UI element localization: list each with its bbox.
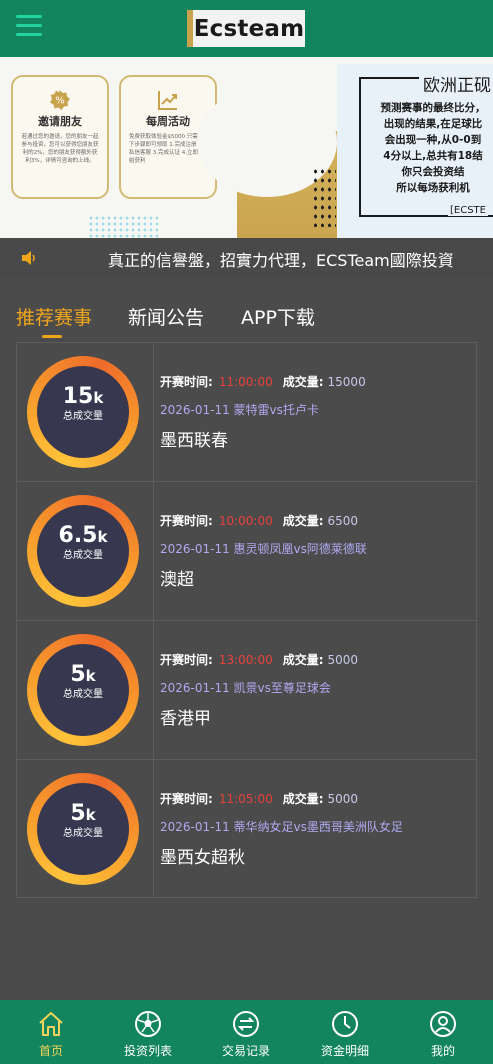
match-info: 开赛时间: 11:05:00 成交量: 5000 2026-01-11 蒂华纳女足vs…	[160, 790, 470, 868]
rules-line: 你只会投资结	[401, 166, 465, 178]
volume-cell: 6.5k 总成交量	[17, 482, 154, 620]
volume-value: 6.5	[58, 523, 98, 548]
nav-label: 交易记录	[221, 1044, 270, 1058]
tab-news[interactable]: 新闻公告	[128, 303, 204, 330]
logo[interactable]: Ecsteam	[187, 10, 305, 47]
speaker-icon	[20, 249, 38, 267]
active-tab-indicator	[42, 335, 62, 338]
volume-value: 5	[70, 662, 86, 687]
volume-unit: k	[85, 667, 96, 685]
volume-text-label: 成交量:	[282, 514, 324, 528]
svg-text:%: %	[55, 96, 65, 107]
match-info: 开赛时间: 10:00:00 成交量: 6500 2026-01-11 惠灵顿凤凰vs…	[160, 512, 470, 590]
notice-bar[interactable]: 真正的信譽盤，招實力代理，ECSTeam國際投資	[0, 238, 493, 278]
rules-line: 4分以上,总共有18结	[383, 150, 483, 162]
app-root: { "header": {"logo_text": "Ecsteam"}, "b…	[0, 0, 493, 1064]
rules-line: 所以每场获利机	[396, 182, 470, 194]
notice-text: 真正的信譽盤，招實力代理，ECSTeam國際投資	[108, 251, 454, 270]
nav-trade-records[interactable]: 交易记录	[197, 1000, 295, 1064]
league-name: 澳超	[160, 570, 194, 590]
nav-my-account[interactable]: 我的	[394, 1000, 492, 1064]
match-list: 15k 总成交量 开赛时间: 11:00:00 成交量: 15000 2026-01-…	[16, 342, 477, 898]
bottom-nav: 首页 投资列表 交易记录 资金明细 我的	[0, 1000, 493, 1064]
match-row[interactable]: 5k 总成交量 开赛时间: 13:00:00 成交量: 5000 2026-01-11…	[17, 621, 476, 760]
match-teams: 2026-01-11 蒂华纳女足vs墨西哥美洲队女足	[160, 820, 403, 834]
league-name: 墨西联春	[160, 431, 228, 451]
volume-text: 5000	[327, 792, 359, 806]
league-name: 香港甲	[160, 709, 211, 729]
rules-title: 欧洲正砚	[419, 71, 493, 96]
logo-text: Ecsteam	[193, 15, 305, 42]
volume-cell: 5k 总成交量	[17, 760, 154, 898]
content-tabs: 推荐赛事 新闻公告 APP下载	[0, 300, 493, 340]
percent-badge-icon: %	[49, 89, 71, 111]
start-time-label: 开赛时间:	[160, 792, 213, 806]
volume-unit: k	[85, 806, 96, 824]
volume-text-label: 成交量:	[282, 375, 324, 389]
match-teams: 2026-01-11 惠灵顿凤凰vs阿德莱德联	[160, 542, 367, 556]
match-row[interactable]: 6.5k 总成交量 开赛时间: 10:00:00 成交量: 6500 2026-01-…	[17, 482, 476, 621]
menu-icon[interactable]	[16, 15, 42, 37]
soccer-ball-icon	[135, 1011, 161, 1037]
match-teams: 2026-01-11 蒙特雷vs托卢卡	[160, 403, 319, 417]
tab-recommended[interactable]: 推荐赛事	[16, 303, 92, 330]
card-description: 若通过您的邀请，您的朋友一起参与投资，您可以获得您朋友获利的2%，您的朋友获得额…	[21, 134, 99, 164]
rules-body: 预测赛事的最终比分， 出现的结果,在足球比 会出现一种,从0-0到 4分以上,总…	[368, 100, 493, 196]
exchange-icon	[233, 1011, 259, 1037]
nav-home[interactable]: 首页	[2, 1000, 100, 1064]
tab-app-download[interactable]: APP下载	[241, 303, 315, 330]
decorative-dots-dark	[312, 167, 336, 227]
nav-label: 首页	[38, 1044, 63, 1058]
volume-text-label: 成交量:	[282, 653, 324, 667]
volume-unit: k	[93, 389, 104, 407]
rules-line: 会出现一种,从0-0到	[384, 134, 482, 146]
match-teams: 2026-01-11 凯景vs至尊足球会	[160, 681, 331, 695]
volume-label: 总成交量	[63, 550, 103, 561]
clock-icon	[332, 1011, 358, 1037]
nav-fund-details[interactable]: 资金明细	[296, 1000, 394, 1064]
start-time: 11:00:00	[218, 375, 273, 389]
match-info: 开赛时间: 13:00:00 成交量: 5000 2026-01-11 凯景vs至尊足…	[160, 651, 470, 729]
match-row[interactable]: 5k 总成交量 开赛时间: 11:05:00 成交量: 5000 2026-01-11…	[17, 760, 476, 899]
start-time-label: 开赛时间:	[160, 375, 213, 389]
chart-up-icon	[157, 89, 179, 111]
start-time: 13:00:00	[218, 653, 273, 667]
start-time-label: 开赛时间:	[160, 514, 213, 528]
volume-label: 总成交量	[63, 828, 103, 839]
user-icon	[430, 1011, 456, 1037]
nav-label: 我的	[430, 1044, 455, 1058]
rules-footer: [ECSTE	[448, 205, 488, 216]
rules-line: 出现的结果,在足球比	[383, 118, 483, 130]
volume-badge: 15k 总成交量	[27, 356, 139, 468]
volume-cell: 5k 总成交量	[17, 621, 154, 759]
volume-badge: 5k 总成交量	[27, 634, 139, 746]
match-info: 开赛时间: 11:00:00 成交量: 15000 2026-01-11 蒙特雷vs托…	[160, 373, 470, 451]
volume-text: 15000	[327, 375, 366, 389]
promo-banner[interactable]: % 邀请朋友 若通过您的邀请，您的朋友一起参与投资，您可以获得您朋友获利的2%，…	[0, 57, 493, 252]
start-time: 11:05:00	[218, 792, 273, 806]
volume-value: 5	[70, 801, 86, 826]
volume-text: 5000	[327, 653, 359, 667]
start-time: 10:00:00	[218, 514, 273, 528]
volume-text: 6500	[327, 514, 359, 528]
volume-text-label: 成交量:	[282, 792, 324, 806]
volume-badge: 6.5k 总成交量	[27, 495, 139, 607]
invite-friends-card[interactable]: % 邀请朋友 若通过您的邀请，您的朋友一起参与投资，您可以获得您朋友获利的2%，…	[11, 75, 109, 199]
card-title: 邀请朋友	[38, 115, 82, 128]
nav-label: 资金明细	[320, 1044, 369, 1058]
volume-cell: 15k 总成交量	[17, 343, 154, 481]
volume-unit: k	[97, 528, 108, 546]
volume-badge: 5k 总成交量	[27, 773, 139, 885]
start-time-label: 开赛时间:	[160, 653, 213, 667]
volume-label: 总成交量	[63, 689, 103, 700]
league-name: 墨西女超秋	[160, 848, 245, 868]
top-header: Ecsteam	[0, 0, 493, 57]
rules-line: 预测赛事的最终比分，	[380, 102, 486, 114]
home-icon	[39, 1012, 63, 1036]
match-row[interactable]: 15k 总成交量 开赛时间: 11:00:00 成交量: 15000 2026-01-…	[17, 343, 476, 482]
nav-investment-list[interactable]: 投资列表	[99, 1000, 197, 1064]
volume-value: 15	[62, 384, 94, 409]
nav-label: 投资列表	[123, 1044, 172, 1058]
volume-label: 总成交量	[63, 411, 103, 422]
